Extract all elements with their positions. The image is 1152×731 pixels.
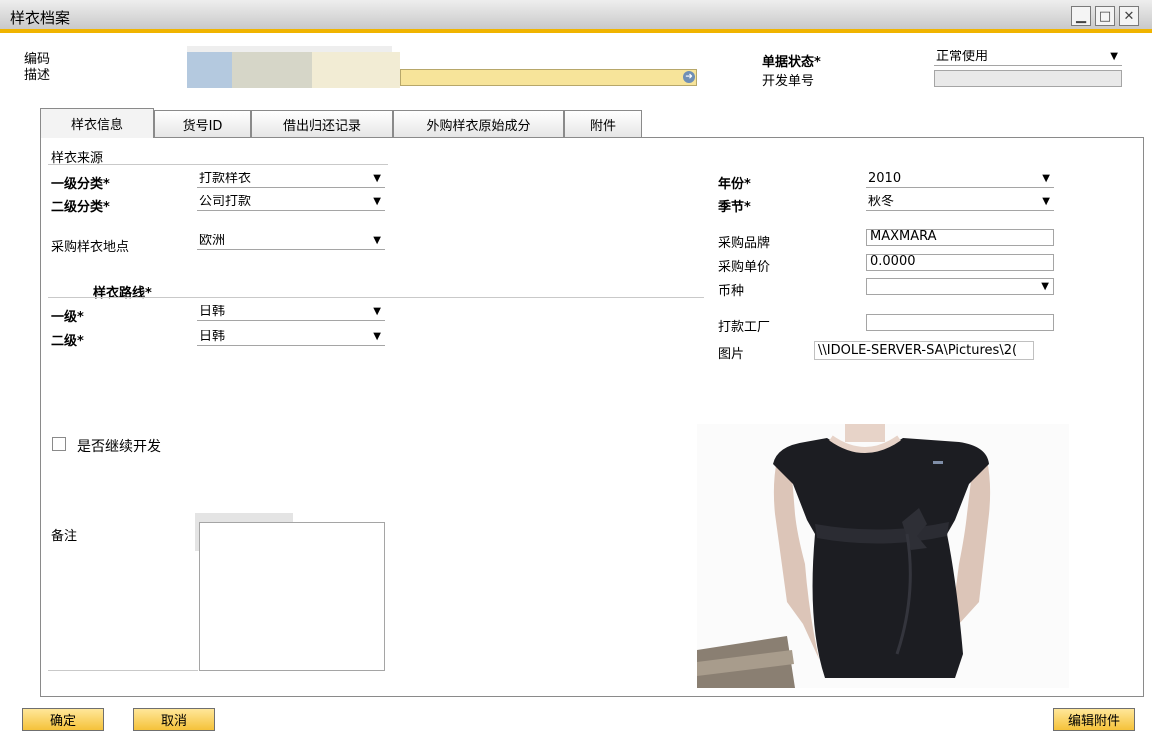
divider [48, 670, 198, 671]
year-select[interactable]: 2010 [866, 172, 1054, 188]
dev-no-field [934, 70, 1122, 87]
route1-label: 一级* [51, 310, 84, 325]
redacted-block [187, 52, 232, 88]
redacted-block [312, 52, 400, 88]
divider [48, 297, 704, 298]
link-arrow-icon[interactable]: ➜ [683, 71, 695, 83]
edit-attachment-button[interactable]: 编辑附件 [1053, 708, 1135, 731]
tab-purchased-composition[interactable]: 外购样衣原始成分 [393, 110, 564, 137]
brand-label: 采购品牌 [718, 236, 771, 251]
doc-status-select[interactable]: 正常使用 [934, 50, 1122, 66]
cat2-label: 二级分类* [51, 200, 110, 215]
brand-input[interactable]: MAXMARA [866, 229, 1054, 246]
picture-path-field[interactable]: \\IDOLE-SERVER-SA\Pictures\2( [814, 341, 1034, 360]
currency-select[interactable] [866, 278, 1054, 295]
sample-photo [697, 424, 1069, 688]
description-input[interactable] [400, 69, 697, 86]
divider [48, 164, 388, 165]
cat2-select[interactable]: 公司打款 [197, 195, 385, 211]
price-input[interactable]: 0.0000 [866, 254, 1054, 271]
window-title: 样衣档案 [10, 9, 71, 27]
maximize-icon[interactable]: □ [1095, 6, 1115, 26]
doc-status-value: 正常使用 [936, 50, 989, 64]
purchase-place-select[interactable]: 欧洲 [197, 234, 385, 250]
remark-textarea[interactable] [199, 522, 385, 671]
redacted-block [232, 52, 312, 88]
route1-select[interactable]: 日韩 [197, 305, 385, 321]
title-bar: 样衣档案 ▁ □ ✕ [0, 0, 1152, 33]
factory-input[interactable] [866, 314, 1054, 331]
desc-label: 描述 [24, 68, 51, 83]
dress-photo-icon [697, 424, 1069, 688]
purchase-place-label: 采购样衣地点 [51, 240, 130, 255]
factory-label: 打款工厂 [718, 320, 771, 335]
route-label: 样衣路线* [93, 286, 152, 301]
season-select[interactable]: 秋冬 [866, 195, 1054, 211]
tab-sample-info[interactable]: 样衣信息 [40, 108, 154, 138]
cancel-button[interactable]: 取消 [133, 708, 215, 731]
tab-loan-records[interactable]: 借出归还记录 [251, 110, 393, 137]
season-label: 季节* [718, 200, 751, 215]
cat1-label: 一级分类* [51, 177, 110, 192]
currency-label: 币种 [718, 284, 745, 299]
minimize-icon[interactable]: ▁ [1071, 6, 1091, 26]
tab-item-id[interactable]: 货号ID [154, 110, 251, 137]
dev-no-label: 开发单号 [762, 74, 815, 89]
ok-button[interactable]: 确定 [22, 708, 104, 731]
continue-dev-label: 是否继续开发 [77, 439, 161, 455]
remark-label: 备注 [51, 529, 78, 544]
doc-status-label: 单据状态* [762, 55, 821, 70]
continue-dev-checkbox[interactable] [52, 437, 66, 451]
cat1-select[interactable]: 打款样衣 [197, 172, 385, 188]
route2-label: 二级* [51, 334, 84, 349]
price-label: 采购单价 [718, 260, 771, 275]
year-label: 年份* [718, 177, 751, 192]
picture-label: 图片 [718, 347, 745, 362]
close-icon[interactable]: ✕ [1119, 6, 1139, 26]
route2-select[interactable]: 日韩 [197, 330, 385, 346]
tab-attachments[interactable]: 附件 [564, 110, 642, 137]
